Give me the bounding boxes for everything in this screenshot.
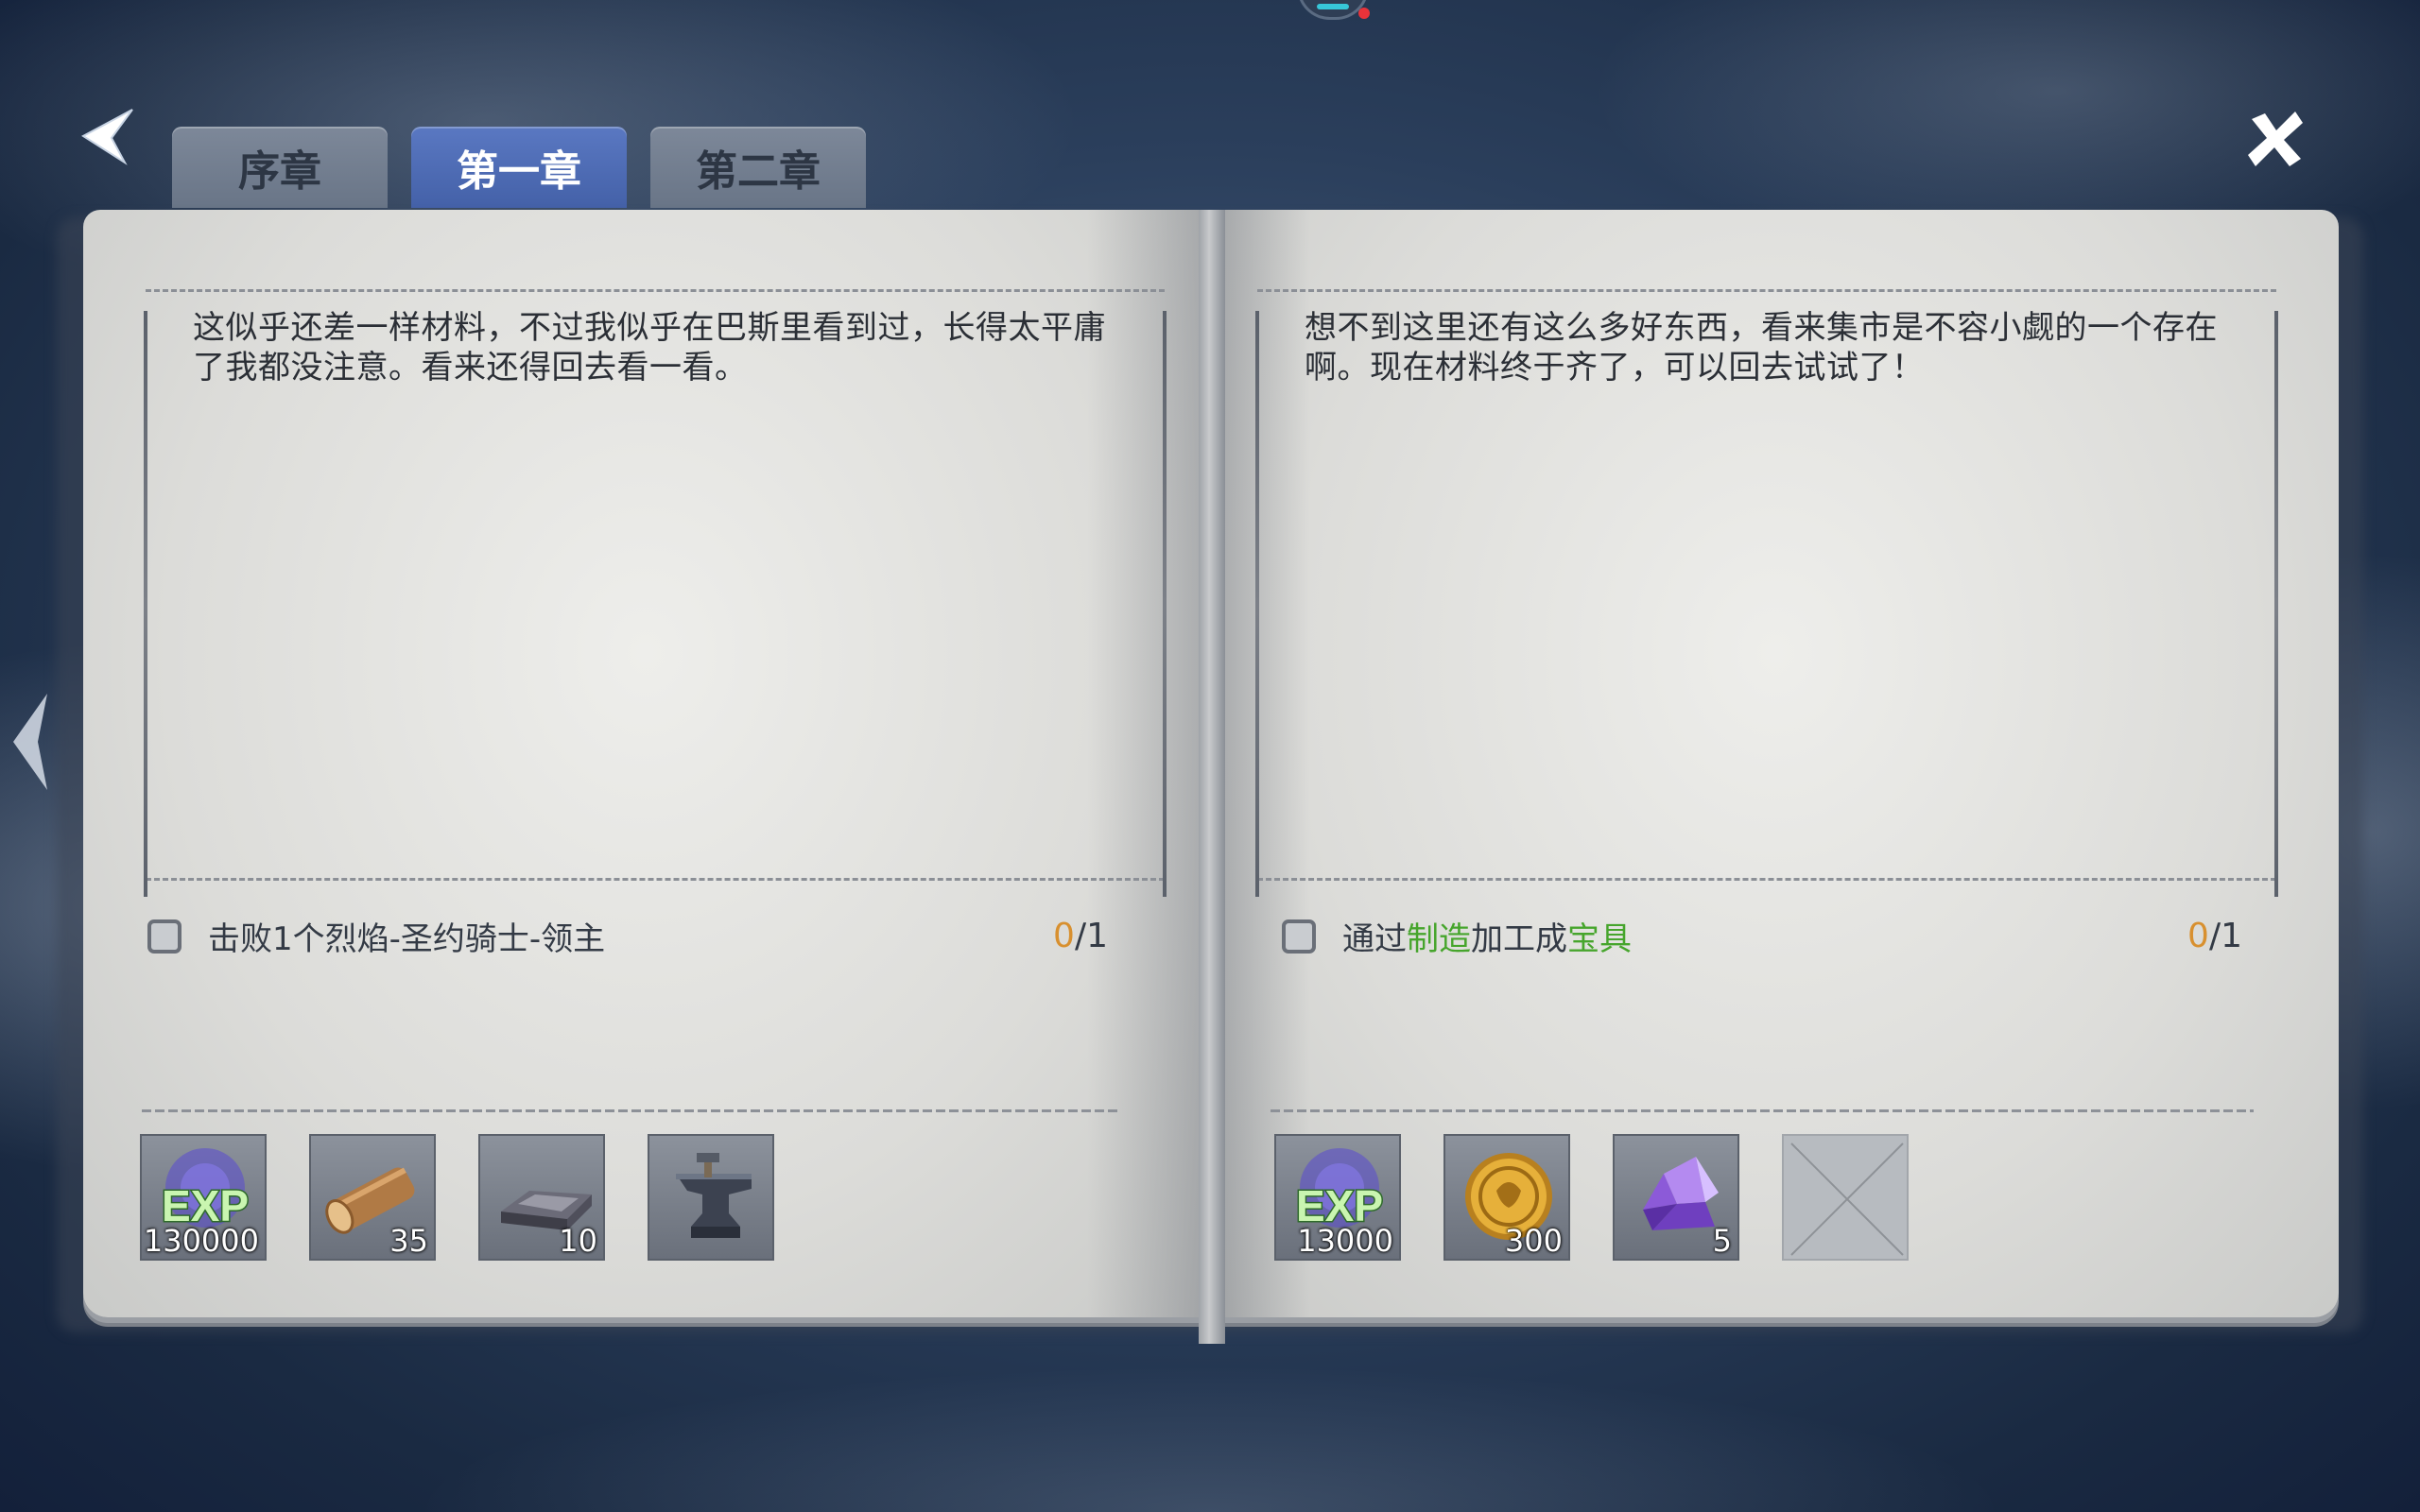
reward-slot-exp[interactable]: EXP 130000	[140, 1134, 267, 1261]
close-button[interactable]	[2242, 106, 2308, 172]
progress-current: 0	[2187, 917, 2209, 955]
indicator-bar	[1317, 4, 1349, 9]
notification-dot	[1358, 8, 1370, 19]
quest-highlight-craft: 制造	[1407, 920, 1471, 958]
book-spine	[1199, 210, 1225, 1344]
reward-count: 300	[1504, 1223, 1563, 1259]
rewards-left: EXP 130000 35 10	[140, 1134, 774, 1261]
quest-text-part: 加工成	[1471, 920, 1567, 958]
anvil-icon	[676, 1153, 752, 1238]
story-text-right: 想不到这里还有这么多好东西，看来集市是不容小觑的一个存在啊。现在材料终于齐了，可…	[1305, 309, 2218, 387]
story-text-left: 这似乎还差一样材料，不过我似乎在巴斯里看到过，长得太平庸了我都没注意。看来还得回…	[193, 309, 1106, 387]
quest-progress: 0/1	[2187, 917, 2242, 955]
reward-count: 5	[1712, 1223, 1732, 1259]
reward-count: 10	[559, 1223, 597, 1259]
quest-description: 击败1个烈焰-圣约骑士-领主	[208, 920, 606, 958]
reward-slot-gold[interactable]: 300	[1443, 1134, 1570, 1261]
reward-slot-ingot[interactable]: 10	[478, 1134, 605, 1261]
back-button[interactable]	[78, 104, 144, 170]
reward-divider	[1270, 1109, 2254, 1112]
back-arrow-icon	[81, 109, 133, 165]
quest-description: 通过制造加工成宝具	[1342, 913, 2187, 959]
tab-prologue[interactable]: 序章	[172, 127, 388, 208]
reward-slot-exp[interactable]: EXP 13000	[1274, 1134, 1401, 1261]
reward-slot-wood[interactable]: 35	[309, 1134, 436, 1261]
reward-count: 13000	[1297, 1223, 1393, 1259]
quest-progress: 0/1	[1053, 917, 1108, 955]
reward-count: 130000	[143, 1223, 259, 1259]
reward-slot-crystal[interactable]: 5	[1613, 1134, 1739, 1261]
progress-total: /1	[1074, 917, 1108, 955]
top-indicator	[1297, 0, 1370, 20]
reward-count: 35	[389, 1223, 428, 1259]
chapter-tabs: 序章 第一章 第二章	[172, 127, 866, 208]
chevron-left-icon	[13, 694, 47, 790]
quest-left: 击败1个烈焰-圣约骑士-领主 0/1	[147, 913, 1108, 959]
empty-slot-icon	[1790, 1143, 1904, 1256]
quest-checkbox[interactable]	[1282, 919, 1316, 954]
quest-checkbox[interactable]	[147, 919, 182, 954]
reward-slot-anvil[interactable]	[648, 1134, 774, 1261]
progress-total: /1	[2208, 917, 2242, 955]
reward-slot-empty	[1782, 1134, 1909, 1261]
quest-right: 通过制造加工成宝具 0/1	[1282, 913, 2242, 959]
close-icon	[2248, 112, 2303, 166]
tab-chapter-one[interactable]: 第一章	[411, 127, 627, 208]
rewards-right: EXP 13000 300 5	[1274, 1134, 1909, 1261]
progress-current: 0	[1053, 917, 1075, 955]
quest-highlight-treasure: 宝具	[1567, 920, 1632, 958]
reward-divider	[142, 1109, 1119, 1112]
quest-text-part: 通过	[1342, 920, 1407, 958]
previous-page-arrow[interactable]	[6, 690, 53, 794]
tab-chapter-two[interactable]: 第二章	[650, 127, 866, 208]
